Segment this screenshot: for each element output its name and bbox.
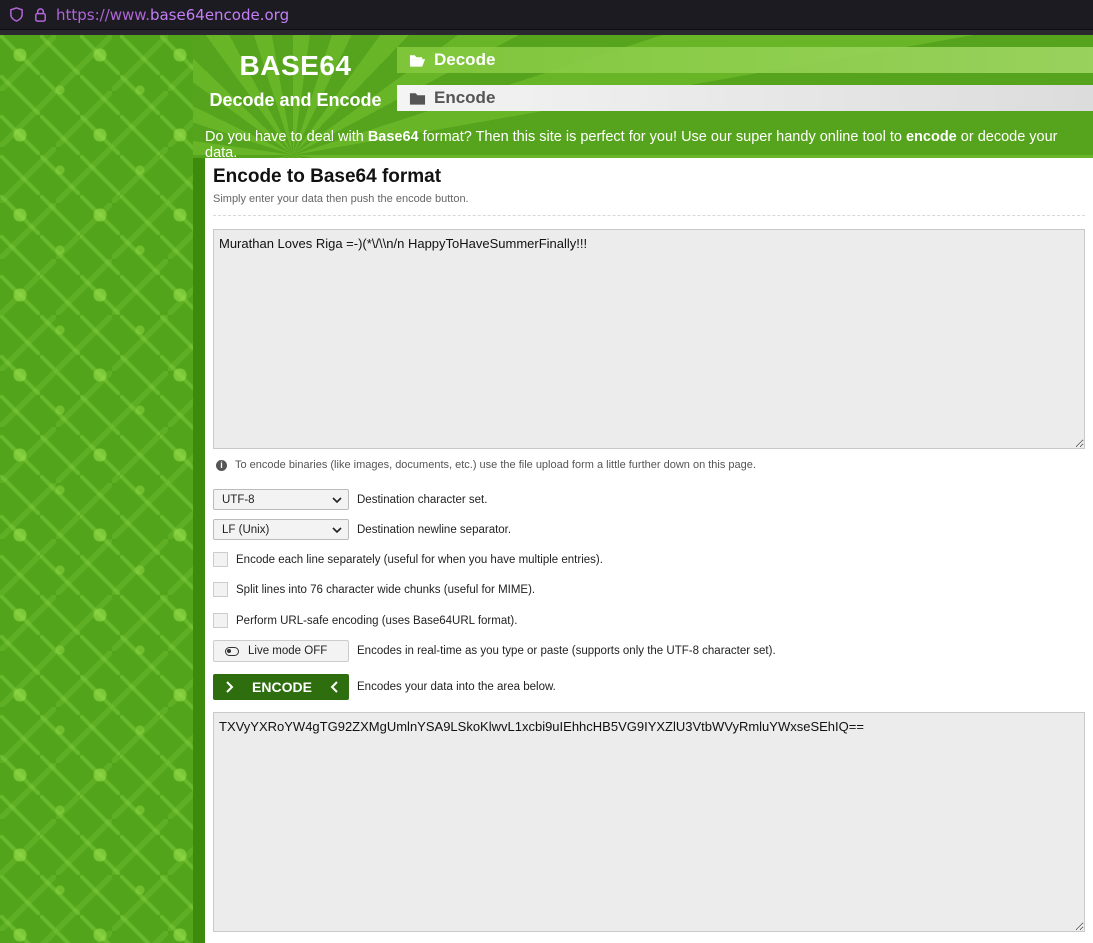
charset-value: UTF-8: [222, 493, 255, 506]
encode-row: ENCODE Encodes your data into the area b…: [213, 674, 556, 700]
browser-url-bar[interactable]: https://www.base64encode.org: [0, 0, 1093, 30]
folder-open-icon: [409, 54, 426, 67]
split-lines-label[interactable]: Split lines into 76 character wide chunk…: [236, 584, 535, 596]
site-header: BASE64 Decode and Encode Decode Encode D…: [193, 35, 1093, 158]
binary-note: i To encode binaries (like images, docum…: [216, 459, 756, 471]
live-mode-label: Live mode OFF: [248, 645, 328, 657]
dotted-divider: [213, 215, 1085, 216]
panel-divider: [193, 35, 205, 943]
live-mode-button[interactable]: Live mode OFF: [213, 640, 349, 662]
chevron-right-icon: [226, 681, 234, 693]
charset-row: UTF-8 Destination character set.: [213, 489, 487, 510]
charset-label: Destination character set.: [357, 493, 488, 506]
lock-icon[interactable]: [32, 7, 48, 23]
tagline: Do you have to deal with Base64 format? …: [205, 129, 1058, 158]
folder-icon: [409, 92, 426, 105]
chevron-down-icon: [332, 496, 342, 503]
url-safe-label[interactable]: Perform URL-safe encoding (uses Base64UR…: [236, 615, 517, 627]
live-mode-description: Encodes in real-time as you type or past…: [357, 645, 776, 657]
encode-button[interactable]: ENCODE: [213, 674, 349, 700]
newline-select[interactable]: LF (Unix): [213, 519, 349, 540]
toggle-icon: [225, 646, 239, 656]
charset-select[interactable]: UTF-8: [213, 489, 349, 510]
logo-title[interactable]: BASE64: [193, 50, 398, 82]
tab-decode-label: Decode: [434, 50, 496, 69]
page-subtitle: Simply enter your data then push the enc…: [213, 193, 469, 205]
main-content: Encode to Base64 format Simply enter you…: [205, 158, 1093, 943]
chevron-left-icon: [330, 681, 338, 693]
split-lines-checkbox[interactable]: [213, 582, 228, 597]
url-text[interactable]: https://www.base64encode.org: [56, 6, 289, 24]
decorative-pattern-panel: [0, 35, 193, 943]
logo-subtitle[interactable]: Decode and Encode: [193, 90, 398, 111]
shield-icon[interactable]: [8, 7, 24, 23]
output-textarea[interactable]: TXVyYXRoYW4gTG92ZXMgUmlnYSA9LSkoKlwvL1xc…: [213, 712, 1085, 932]
tab-encode[interactable]: Encode: [397, 85, 1093, 111]
option-urlsafe-row: Perform URL-safe encoding (uses Base64UR…: [213, 613, 517, 628]
newline-label: Destination newline separator.: [357, 523, 512, 536]
newline-value: LF (Unix): [222, 523, 270, 536]
option-each-line-row: Encode each line separately (useful for …: [213, 552, 603, 567]
input-textarea[interactable]: Murathan Loves Riga =-)(*\/\\n/n HappyTo…: [213, 229, 1085, 449]
binary-note-text: To encode binaries (like images, documen…: [235, 459, 756, 471]
each-line-label[interactable]: Encode each line separately (useful for …: [236, 554, 603, 566]
encode-button-label: ENCODE: [252, 679, 312, 695]
tab-decode[interactable]: Decode: [397, 47, 1093, 73]
tab-encode-label: Encode: [434, 88, 496, 107]
url-safe-checkbox[interactable]: [213, 613, 228, 628]
encode-description: Encodes your data into the area below.: [357, 681, 556, 693]
info-icon: i: [216, 459, 227, 471]
newline-row: LF (Unix) Destination newline separator.: [213, 519, 511, 540]
page-title: Encode to Base64 format: [213, 166, 442, 187]
chevron-down-icon: [332, 526, 342, 533]
option-split-row: Split lines into 76 character wide chunk…: [213, 582, 535, 597]
each-line-checkbox[interactable]: [213, 552, 228, 567]
live-mode-row: Live mode OFF Encodes in real-time as yo…: [213, 640, 776, 662]
